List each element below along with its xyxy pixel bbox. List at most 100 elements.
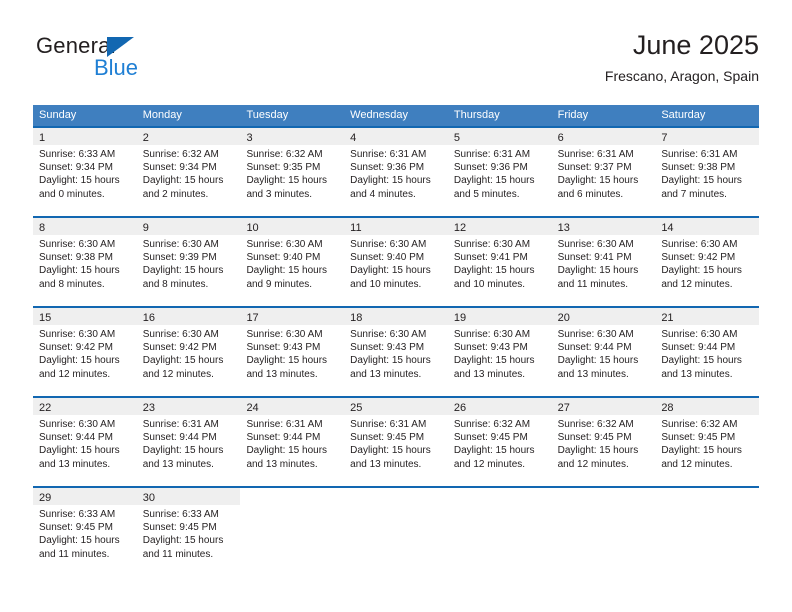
day-number: 28 (661, 402, 674, 414)
day-cell[interactable]: 13 Sunrise: 6:30 AM Sunset: 9:41 PM Dayl… (551, 218, 656, 306)
sunrise-text: Sunrise: 6:33 AM (39, 149, 116, 160)
sunset-text: Sunset: 9:45 PM (557, 432, 632, 444)
triangle-logo-icon (107, 37, 134, 57)
day-detail: Sunrise: 6:31 AM Sunset: 9:36 PM Dayligh… (344, 145, 448, 201)
day-cell[interactable]: 10 Sunrise: 6:30 AM Sunset: 9:40 PM Dayl… (240, 218, 345, 306)
sunrise-text: Sunrise: 6:33 AM (39, 509, 116, 520)
daylight-text-line1: Daylight: 15 hours (350, 175, 431, 187)
day-cell[interactable]: 8 Sunrise: 6:30 AM Sunset: 9:38 PM Dayli… (33, 218, 137, 306)
day-number-band: 3 (240, 128, 345, 145)
sunset-text: Sunset: 9:34 PM (142, 162, 217, 174)
day-number: 27 (557, 402, 570, 414)
day-cell[interactable]: 17 Sunrise: 6:30 AM Sunset: 9:43 PM Dayl… (240, 308, 345, 396)
day-cell[interactable]: 29 Sunrise: 6:33 AM Sunset: 9:45 PM Dayl… (33, 488, 137, 576)
sunset-text: Sunset: 9:42 PM (39, 342, 113, 354)
sunrise-text: Sunrise: 6:30 AM (246, 329, 323, 340)
day-cell[interactable]: 11 Sunrise: 6:30 AM Sunset: 9:40 PM Dayl… (344, 218, 448, 306)
sunset-text: Sunset: 9:42 PM (142, 342, 217, 354)
day-cell[interactable]: 7 Sunrise: 6:31 AM Sunset: 9:38 PM Dayli… (655, 128, 760, 216)
day-cell-empty (655, 488, 760, 576)
day-cell[interactable]: 2 Sunrise: 6:32 AM Sunset: 9:34 PM Dayli… (136, 128, 241, 216)
day-cell[interactable]: 28 Sunrise: 6:32 AM Sunset: 9:45 PM Dayl… (655, 398, 760, 486)
day-cell[interactable]: 12 Sunrise: 6:30 AM Sunset: 9:41 PM Dayl… (447, 218, 552, 306)
day-cell-empty (344, 488, 448, 576)
day-detail: Sunrise: 6:33 AM Sunset: 9:34 PM Dayligh… (33, 145, 137, 201)
day-cell[interactable]: 24 Sunrise: 6:31 AM Sunset: 9:44 PM Dayl… (240, 398, 345, 486)
calendar-grid: Sunday Monday Tuesday Wednesday Thursday… (33, 105, 760, 576)
day-cell[interactable]: 3 Sunrise: 6:32 AM Sunset: 9:35 PM Dayli… (240, 128, 345, 216)
weekday-header-friday: Friday (557, 109, 589, 121)
sunset-text: Sunset: 9:36 PM (453, 162, 528, 174)
day-detail: Sunrise: 6:30 AM Sunset: 9:44 PM Dayligh… (33, 415, 137, 471)
daylight-text-line1: Daylight: 15 hours (350, 445, 431, 457)
day-number: 7 (661, 132, 668, 144)
sunset-text: Sunset: 9:44 PM (142, 432, 217, 444)
day-number-band: 2 (136, 128, 241, 145)
day-number-band: 25 (344, 398, 448, 415)
sunrise-text: Sunrise: 6:30 AM (39, 239, 116, 250)
day-cell[interactable]: 19 Sunrise: 6:30 AM Sunset: 9:43 PM Dayl… (447, 308, 552, 396)
daylight-text-line2: and 13 minutes. (246, 368, 318, 380)
day-cell[interactable]: 6 Sunrise: 6:31 AM Sunset: 9:37 PM Dayli… (551, 128, 656, 216)
day-cell[interactable]: 4 Sunrise: 6:31 AM Sunset: 9:36 PM Dayli… (344, 128, 448, 216)
day-number: 10 (246, 222, 259, 234)
title-block: June 2025 Frescano, Aragon, Spain (605, 28, 759, 85)
day-number-band (552, 488, 656, 505)
sunrise-text: Sunrise: 6:30 AM (39, 419, 116, 430)
sunset-text: Sunset: 9:44 PM (39, 432, 113, 444)
day-number: 4 (350, 132, 357, 144)
day-number-band: 22 (33, 398, 137, 415)
sunrise-text: Sunrise: 6:30 AM (453, 239, 531, 250)
day-cell[interactable]: 25 Sunrise: 6:31 AM Sunset: 9:45 PM Dayl… (344, 398, 448, 486)
day-number-band: 20 (551, 308, 656, 325)
page-header: General Blue June 2025 Frescano, Aragon,… (33, 28, 759, 96)
day-cell[interactable]: 5 Sunrise: 6:31 AM Sunset: 9:36 PM Dayli… (447, 128, 552, 216)
daylight-text-line2: and 5 minutes. (453, 188, 520, 200)
daylight-text-line2: and 13 minutes. (246, 458, 318, 470)
sunset-text: Sunset: 9:41 PM (557, 252, 632, 264)
daylight-text-line1: Daylight: 15 hours (142, 445, 224, 457)
day-cell[interactable]: 9 Sunrise: 6:30 AM Sunset: 9:39 PM Dayli… (136, 218, 241, 306)
daylight-text-line1: Daylight: 15 hours (142, 175, 224, 187)
day-cell[interactable]: 26 Sunrise: 6:32 AM Sunset: 9:45 PM Dayl… (447, 398, 552, 486)
daylight-text-line1: Daylight: 15 hours (661, 175, 742, 187)
day-detail: Sunrise: 6:32 AM Sunset: 9:35 PM Dayligh… (240, 145, 344, 201)
brand-logo[interactable]: General Blue (36, 34, 236, 90)
sunrise-text: Sunrise: 6:30 AM (557, 239, 634, 250)
day-detail: Sunrise: 6:31 AM Sunset: 9:44 PM Dayligh… (137, 415, 241, 471)
day-cell[interactable]: 23 Sunrise: 6:31 AM Sunset: 9:44 PM Dayl… (136, 398, 241, 486)
day-number: 6 (557, 132, 564, 144)
sunset-text: Sunset: 9:34 PM (39, 162, 113, 174)
day-cell-empty (240, 488, 345, 576)
day-detail: Sunrise: 6:30 AM Sunset: 9:38 PM Dayligh… (33, 235, 137, 291)
sunset-text: Sunset: 9:45 PM (142, 522, 217, 534)
day-cell[interactable]: 30 Sunrise: 6:33 AM Sunset: 9:45 PM Dayl… (136, 488, 241, 576)
day-number-band: 8 (33, 218, 137, 235)
sunset-text: Sunset: 9:44 PM (661, 342, 736, 354)
daylight-text-line2: and 12 minutes. (661, 278, 733, 290)
day-cell[interactable]: 22 Sunrise: 6:30 AM Sunset: 9:44 PM Dayl… (33, 398, 137, 486)
daylight-text-line2: and 12 minutes. (142, 368, 214, 380)
day-number-band: 9 (136, 218, 241, 235)
daylight-text-line1: Daylight: 15 hours (39, 175, 120, 187)
day-detail: Sunrise: 6:31 AM Sunset: 9:37 PM Dayligh… (552, 145, 656, 201)
day-number: 24 (246, 402, 259, 414)
daylight-text-line2: and 13 minutes. (661, 368, 733, 380)
sunrise-text: Sunrise: 6:30 AM (350, 329, 427, 340)
day-number-band: 6 (551, 128, 656, 145)
day-cell[interactable]: 20 Sunrise: 6:30 AM Sunset: 9:44 PM Dayl… (551, 308, 656, 396)
sunrise-text: Sunrise: 6:33 AM (142, 509, 219, 520)
day-cell[interactable]: 15 Sunrise: 6:30 AM Sunset: 9:42 PM Dayl… (33, 308, 137, 396)
day-number-band: 28 (655, 398, 760, 415)
sunset-text: Sunset: 9:42 PM (661, 252, 736, 264)
day-cell[interactable]: 14 Sunrise: 6:30 AM Sunset: 9:42 PM Dayl… (655, 218, 760, 306)
day-cell[interactable]: 1 Sunrise: 6:33 AM Sunset: 9:34 PM Dayli… (33, 128, 137, 216)
day-number: 30 (142, 492, 155, 504)
day-cell[interactable]: 27 Sunrise: 6:32 AM Sunset: 9:45 PM Dayl… (551, 398, 656, 486)
day-cell[interactable]: 18 Sunrise: 6:30 AM Sunset: 9:43 PM Dayl… (344, 308, 448, 396)
day-cell[interactable]: 21 Sunrise: 6:30 AM Sunset: 9:44 PM Dayl… (655, 308, 760, 396)
sunrise-text: Sunrise: 6:30 AM (142, 239, 219, 250)
day-cell[interactable]: 16 Sunrise: 6:30 AM Sunset: 9:42 PM Dayl… (136, 308, 241, 396)
day-detail: Sunrise: 6:30 AM Sunset: 9:43 PM Dayligh… (344, 325, 448, 381)
daylight-text-line1: Daylight: 15 hours (557, 355, 639, 367)
